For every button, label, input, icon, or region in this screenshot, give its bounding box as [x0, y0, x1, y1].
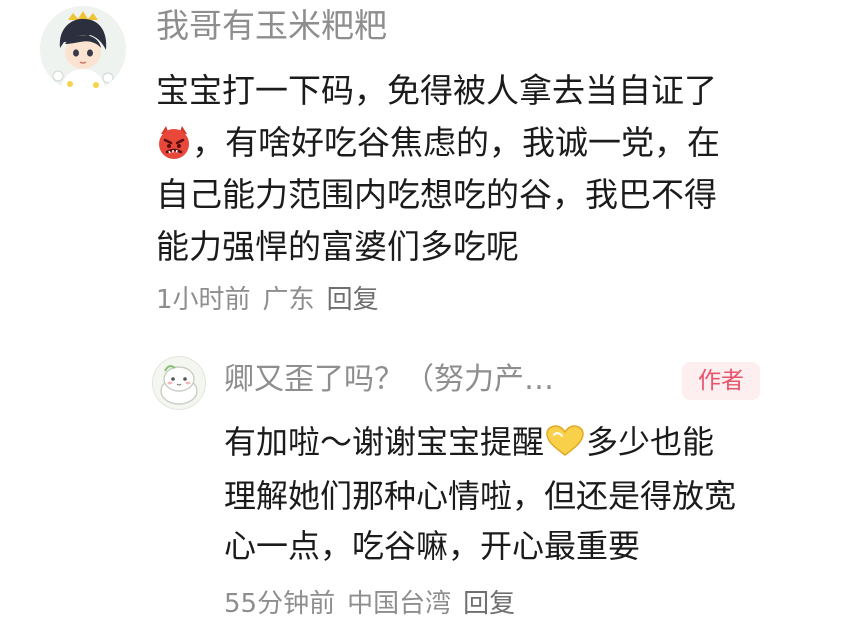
- reply-text-line-1-end: 多少也能: [586, 423, 715, 461]
- reply-reply-button[interactable]: 回复: [463, 589, 515, 619]
- comment-meta: 1小时前 广东 回复: [156, 282, 391, 318]
- reply-timestamp: 55分钟前: [224, 589, 336, 619]
- reply-location: 中国台湾: [347, 589, 452, 619]
- commenter-username[interactable]: 我哥有玉米粑粑: [156, 4, 387, 48]
- replier-avatar[interactable]: [152, 356, 206, 410]
- reply-text-line-1: 有加啦～谢谢宝宝提醒 多少也能: [224, 414, 714, 476]
- comment-text-line-4: 能力强悍的富婆们多吃呢: [156, 227, 519, 266]
- comment-thread: 我哥有玉米粑粑 宝宝打一下码，免得被人拿去当自证了 ，有啥好吃谷焦虑的，我诚一党…: [0, 0, 846, 642]
- reply-meta: 55分钟前 中国台湾 回复: [224, 586, 527, 622]
- reply-text-line-3: 心一点，吃谷嘛，开心最重要: [224, 527, 641, 565]
- reply-text-line-1-start: 有加啦～谢谢宝宝提醒: [224, 423, 545, 461]
- comment-text-line-2-content: ，有啥好吃谷焦虑的，我诚一党，在: [192, 123, 720, 162]
- comment-text-line-3: 自己能力范围内吃想吃的谷，我巴不得: [156, 175, 717, 214]
- comment-text-line-1: 宝宝打一下码，免得被人拿去当自证了: [156, 71, 717, 110]
- author-badge: 作者: [682, 362, 760, 400]
- reply-text-line-2: 理解她们那种心情啦，但还是得放宽: [224, 477, 737, 515]
- replier-username[interactable]: 卿又歪了吗？（努力产…: [224, 358, 554, 402]
- commenter-avatar[interactable]: [40, 6, 126, 92]
- comment-reply-button[interactable]: 回复: [327, 285, 379, 315]
- comment-location: 广东: [262, 285, 315, 315]
- comment-timestamp: 1小时前: [156, 285, 251, 315]
